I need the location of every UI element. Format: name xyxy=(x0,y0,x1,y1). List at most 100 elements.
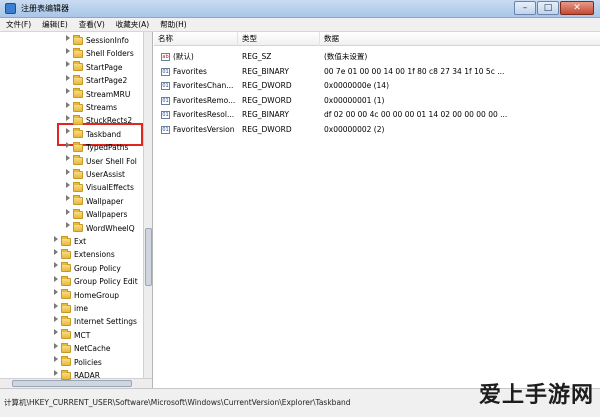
tree-node-label: ime xyxy=(74,304,89,313)
tree-node-label: StartPage xyxy=(86,62,123,72)
minimize-button[interactable]: – xyxy=(514,1,536,15)
tree-vertical-scrollbar[interactable] xyxy=(143,32,152,378)
expand-arrow-icon[interactable] xyxy=(64,74,70,84)
expand-arrow-icon[interactable] xyxy=(64,34,70,44)
expand-arrow-icon[interactable] xyxy=(52,275,58,285)
expand-arrow-icon[interactable] xyxy=(52,369,58,379)
menu-bar: 文件(F) 编辑(E) 查看(V) 收藏夹(A) 帮助(H) xyxy=(0,18,600,32)
value-type: REG_DWORD xyxy=(242,81,292,90)
tree-node[interactable]: Internet Settings xyxy=(52,315,137,328)
close-button[interactable]: ✕ xyxy=(560,1,594,15)
menu-file[interactable]: 文件(F) xyxy=(6,18,31,31)
expand-arrow-icon[interactable] xyxy=(64,47,70,57)
tree-node[interactable]: Wallpapers xyxy=(64,208,127,221)
expand-arrow-icon[interactable] xyxy=(64,88,70,97)
menu-view[interactable]: 查看(V) xyxy=(79,18,105,31)
expand-arrow-icon[interactable] xyxy=(64,101,70,111)
folder-icon xyxy=(73,181,83,192)
tree-node-label: Extensions xyxy=(74,250,115,260)
tree-node[interactable]: HomeGroup xyxy=(52,289,119,302)
tree-node[interactable]: Policies xyxy=(52,356,102,369)
tree-node[interactable]: Extensions xyxy=(52,248,115,261)
folder-icon xyxy=(73,128,83,139)
tree-node[interactable]: StartPage xyxy=(64,61,122,74)
expand-arrow-icon[interactable] xyxy=(52,262,58,271)
binary-value-icon: 01 xyxy=(161,82,170,90)
menu-edit[interactable]: 编辑(E) xyxy=(42,18,68,31)
tree-node[interactable]: User Shell Fol xyxy=(64,155,137,168)
tree-node[interactable]: Group Policy xyxy=(52,262,121,275)
value-name: FavoritesVersion xyxy=(173,124,235,134)
window-title: 注册表编辑器 xyxy=(21,4,69,13)
binary-value-icon: 01 xyxy=(161,111,170,119)
registry-key-tree[interactable]: SessionInfo Shell Folders StartPage StartPa… xyxy=(0,32,153,388)
tree-node-label: User Shell Fol xyxy=(86,156,137,166)
tree-node[interactable]: StreamMRU xyxy=(64,88,130,101)
expand-arrow-icon[interactable] xyxy=(64,222,70,231)
regedit-app-icon xyxy=(5,3,16,14)
tree-node[interactable]: TypedPaths xyxy=(64,141,128,154)
binary-value-icon: 01 xyxy=(161,67,170,76)
expand-arrow-icon[interactable] xyxy=(52,329,58,338)
folder-icon xyxy=(61,369,71,380)
maximize-button[interactable]: □ xyxy=(537,1,559,15)
tree-node[interactable]: Wallpaper xyxy=(64,195,124,208)
expand-arrow-icon[interactable] xyxy=(52,356,58,365)
tree-vertical-scroll-thumb[interactable] xyxy=(145,228,152,286)
tree-node[interactable]: Ext xyxy=(52,235,86,248)
tree-node[interactable]: StartPage2 xyxy=(64,74,127,87)
tree-node[interactable]: MCT xyxy=(52,329,90,342)
tree-node[interactable]: ime xyxy=(52,302,88,315)
value-name: FavoritesResol... xyxy=(173,110,235,119)
expand-arrow-icon[interactable] xyxy=(52,235,58,245)
tree-node[interactable]: StuckRects2 xyxy=(64,114,132,127)
column-header-name[interactable]: 名称 xyxy=(154,32,238,46)
value-row[interactable]: ab (默认) REG_SZ (数值未设置) xyxy=(154,50,600,64)
value-name: (默认) xyxy=(173,52,194,61)
tree-node[interactable]: VisualEffects xyxy=(64,181,134,194)
tree-node[interactable]: Group Policy Edit xyxy=(52,275,138,288)
expand-arrow-icon[interactable] xyxy=(64,61,70,70)
expand-arrow-icon[interactable] xyxy=(52,289,58,298)
tree-node[interactable]: NetCache xyxy=(52,342,111,355)
tree-node[interactable]: RADAR xyxy=(52,369,100,382)
expand-arrow-icon[interactable] xyxy=(64,141,70,151)
value-row[interactable]: 01 FavoritesVersion REG_DWORD 0x00000002 (2… xyxy=(154,123,600,137)
tree-node[interactable]: SessionInfo xyxy=(64,34,129,47)
expand-arrow-icon[interactable] xyxy=(52,302,58,312)
binary-value-icon: 01 xyxy=(161,96,170,105)
value-row[interactable]: 01 FavoritesChan... REG_DWORD 0x0000000e (1… xyxy=(154,79,600,93)
value-type: REG_SZ xyxy=(242,52,272,61)
tree-node-label: StartPage2 xyxy=(86,76,128,86)
expand-arrow-icon[interactable] xyxy=(64,155,70,164)
menu-help[interactable]: 帮助(H) xyxy=(160,18,187,31)
menu-favorites[interactable]: 收藏夹(A) xyxy=(116,18,149,31)
tree-node[interactable]: WordWheelQ xyxy=(64,222,135,235)
expand-arrow-icon[interactable] xyxy=(52,342,58,352)
value-type: REG_DWORD xyxy=(242,124,292,134)
expand-arrow-icon[interactable] xyxy=(64,128,70,137)
expand-arrow-icon[interactable] xyxy=(52,315,58,325)
column-header-data[interactable]: 数据 xyxy=(320,32,600,46)
expand-arrow-icon[interactable] xyxy=(64,168,70,178)
value-list-header: 名称 类型 数据 xyxy=(154,32,600,46)
tree-node-label: Shell Folders xyxy=(86,49,134,59)
value-row[interactable]: 01 FavoritesRemo... REG_DWORD 0x00000001 (1… xyxy=(154,94,600,108)
expand-arrow-icon[interactable] xyxy=(64,181,70,191)
folder-icon xyxy=(61,302,71,313)
value-data: 0x00000001 (1) xyxy=(324,95,385,105)
expand-arrow-icon[interactable] xyxy=(64,114,70,124)
value-row[interactable]: 01 FavoritesResol... REG_BINARY df 02 00 00… xyxy=(154,108,600,122)
tree-node[interactable]: Shell Folders xyxy=(64,47,134,60)
column-header-type[interactable]: 类型 xyxy=(238,32,320,46)
expand-arrow-icon[interactable] xyxy=(52,248,58,258)
expand-arrow-icon[interactable] xyxy=(64,195,70,204)
expand-arrow-icon[interactable] xyxy=(64,208,70,218)
tree-node[interactable]: Taskband xyxy=(64,128,121,141)
tree-node-label: StuckRects2 xyxy=(86,116,133,126)
tree-node[interactable]: Streams xyxy=(64,101,117,114)
tree-node-label: Internet Settings xyxy=(74,317,137,327)
folder-icon xyxy=(73,47,83,58)
value-row[interactable]: 01 Favorites REG_BINARY 00 7e 01 00 00 14 0… xyxy=(154,65,600,79)
tree-node[interactable]: UserAssist xyxy=(64,168,125,181)
